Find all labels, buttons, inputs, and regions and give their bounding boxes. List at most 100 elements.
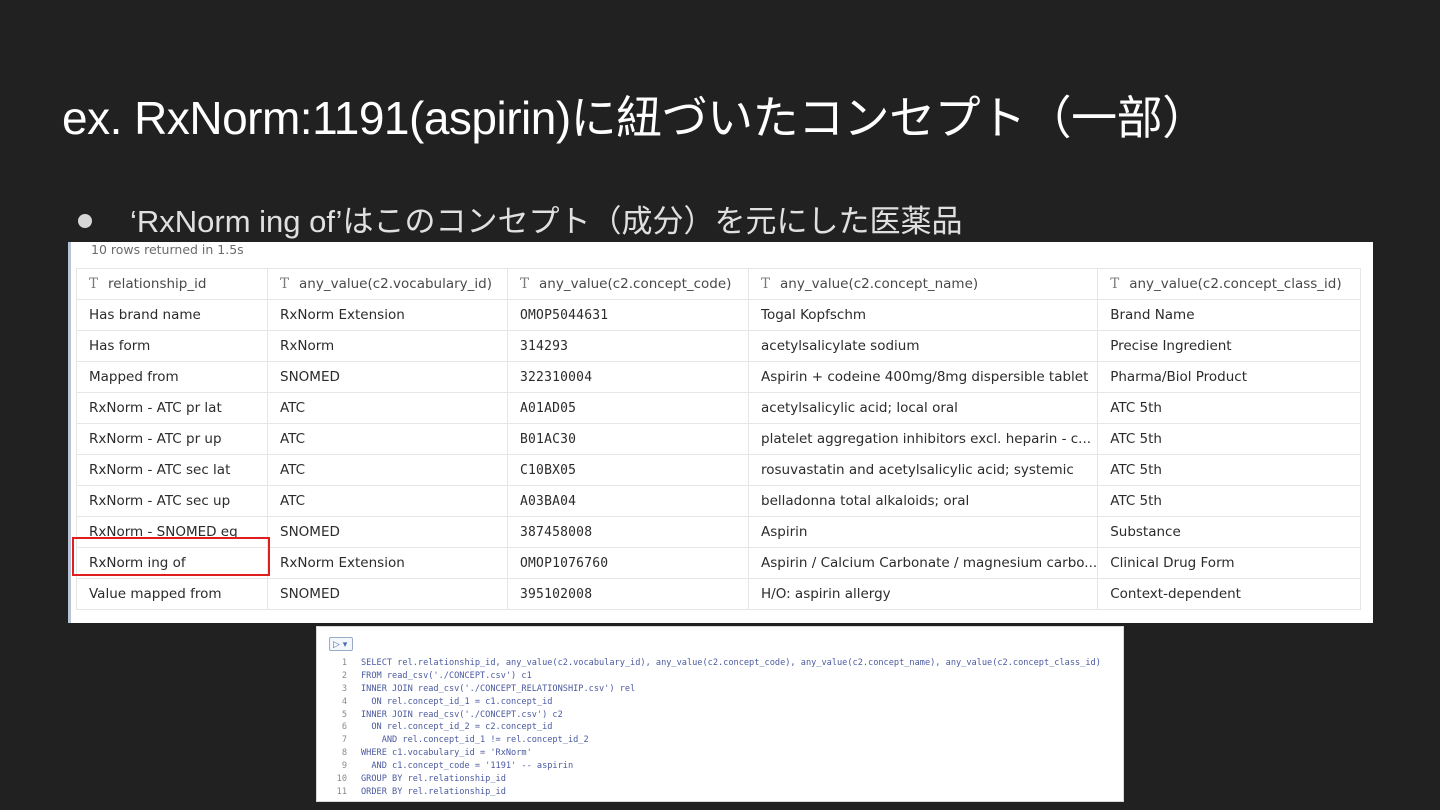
table-cell[interactable]: RxNorm (267, 330, 508, 362)
table-cell[interactable]: Brand Name (1097, 299, 1362, 331)
code-text: INNER JOIN read_csv('./CONCEPT_RELATIONS… (361, 683, 636, 694)
table-row[interactable]: RxNorm - SNOMED eq SNOMED 387458008 Aspirin… (76, 516, 1362, 548)
table-row[interactable]: RxNorm ing of RxNorm Extension OMOP1076760… (76, 547, 1362, 579)
table-cell[interactable]: A01AD05 (507, 392, 749, 424)
line-number: 4 (341, 696, 347, 707)
column-header[interactable]: Tany_value(c2.concept_class_id) (1097, 268, 1362, 300)
table-cell[interactable]: 322310004 (507, 361, 749, 393)
table-cell[interactable]: ATC 5th (1097, 454, 1362, 486)
run-query-button[interactable]: ▷ ▾ (329, 637, 353, 651)
code-line: 9 AND c1.concept_code = '1191' -- aspiri… (333, 760, 1101, 773)
table-row[interactable]: Value mapped from SNOMED 395102008 H/O: asp… (76, 578, 1362, 610)
table-cell[interactable]: Aspirin + codeine 400mg/8mg dispersible … (747, 361, 1099, 393)
column-header[interactable]: Tany_value(c2.concept_name) (747, 268, 1099, 300)
table-row[interactable]: Has form RxNorm 314293 acetylsalicylate sod… (76, 330, 1362, 362)
text-type-icon: T (280, 276, 290, 292)
table-cell[interactable]: OMOP1076760 (507, 547, 749, 579)
table-cell[interactable]: RxNorm - SNOMED eq (76, 516, 268, 548)
table-cell[interactable]: 314293 (507, 330, 749, 362)
table-cell[interactable]: Mapped from (76, 361, 268, 393)
table-cell[interactable]: rosuvastatin and acetylsalicylic acid; s… (747, 454, 1099, 486)
text-type-icon: T (89, 276, 99, 292)
line-number: 10 (336, 774, 347, 785)
bullet-point: ‘RxNorm ing of’はこのコンセプト（成分）を元にした医薬品 (78, 196, 962, 241)
code-text: FROM read_csv('./CONCEPT.csv') c1 (361, 670, 532, 681)
table-cell[interactable]: Aspirin / Calcium Carbonate / magnesium … (747, 547, 1099, 579)
table-cell[interactable]: RxNorm - ATC sec lat (76, 454, 268, 486)
table-cell[interactable]: RxNorm Extension (267, 547, 508, 579)
line-number: 2 (341, 670, 347, 681)
text-type-icon: T (520, 276, 530, 292)
code-text: AND c1.concept_code = '1191' -- aspirin (361, 761, 574, 772)
table-cell[interactable]: ATC (267, 423, 508, 455)
code-text: ON rel.concept_id_2 = c2.concept_id (361, 722, 553, 733)
column-header[interactable]: Tany_value(c2.concept_code) (507, 268, 749, 300)
results-status: 10 rows returned in 1.5s (91, 242, 244, 257)
code-area[interactable]: 1 SELECT rel.relationship_id, any_value(c… (333, 657, 1101, 799)
table-cell[interactable]: ATC (267, 392, 508, 424)
code-text: GROUP BY rel.relationship_id (361, 774, 506, 785)
table-cell[interactable]: Clinical Drug Form (1097, 547, 1362, 579)
table-cell[interactable]: 395102008 (507, 578, 749, 610)
code-line: 1 SELECT rel.relationship_id, any_value(c… (333, 657, 1101, 670)
table-cell[interactable]: Context-dependent (1097, 578, 1362, 610)
table-row[interactable]: Has brand name RxNorm Extension OMOP504463… (76, 299, 1362, 331)
table-cell[interactable]: RxNorm Extension (267, 299, 508, 331)
code-line: 8 WHERE c1.vocabulary_id = 'RxNorm' (333, 747, 1101, 760)
table-cell[interactable]: RxNorm - ATC pr lat (76, 392, 268, 424)
table-cell[interactable]: acetylsalicylate sodium (747, 330, 1099, 362)
table-cell[interactable]: 387458008 (507, 516, 749, 548)
line-number: 6 (341, 722, 347, 733)
code-text: ORDER BY rel.relationship_id (361, 786, 506, 797)
column-header[interactable]: Tany_value(c2.vocabulary_id) (267, 268, 508, 300)
table-cell[interactable]: Has brand name (76, 299, 268, 331)
table-cell[interactable]: ATC (267, 454, 508, 486)
table-cell[interactable]: B01AC30 (507, 423, 749, 455)
code-line: 3 INNER JOIN read_csv('./CONCEPT_RELATION… (333, 683, 1101, 696)
table-cell[interactable]: Togal Kopfschm (747, 299, 1099, 331)
table-cell[interactable]: SNOMED (267, 361, 508, 393)
text-type-icon: T (1110, 276, 1120, 292)
table-cell[interactable]: ATC 5th (1097, 392, 1362, 424)
table-cell[interactable]: RxNorm - ATC sec up (76, 485, 268, 517)
table-row[interactable]: RxNorm - ATC sec up ATC A03BA04 belladonna … (76, 485, 1362, 517)
table-cell[interactable]: RxNorm ing of (76, 547, 268, 579)
table-row[interactable]: Mapped from SNOMED 322310004 Aspirin + code… (76, 361, 1362, 393)
table-cell[interactable]: SNOMED (267, 578, 508, 610)
table-cell[interactable]: Pharma/Biol Product (1097, 361, 1362, 393)
table-cell[interactable]: platelet aggregation inhibitors excl. he… (747, 423, 1099, 455)
line-number: 5 (341, 709, 347, 720)
line-number: 9 (341, 761, 347, 772)
results-table: Trelationship_id Tany_value(c2.vocabular… (76, 268, 1362, 610)
code-line: 2 FROM read_csv('./CONCEPT.csv') c1 (333, 670, 1101, 683)
code-line: 7 AND rel.concept_id_1 != rel.concept_id… (333, 734, 1101, 747)
bullet-dot-icon (78, 213, 92, 228)
table-cell[interactable]: Precise Ingredient (1097, 330, 1362, 362)
table-cell[interactable]: SNOMED (267, 516, 508, 548)
table-cell[interactable]: ATC 5th (1097, 485, 1362, 517)
table-row[interactable]: RxNorm - ATC pr lat ATC A01AD05 acetylsalic… (76, 392, 1362, 424)
results-header-row: Trelationship_id Tany_value(c2.vocabular… (76, 268, 1362, 300)
table-cell[interactable]: OMOP5044631 (507, 299, 749, 331)
table-cell[interactable]: A03BA04 (507, 485, 749, 517)
table-cell[interactable]: ATC 5th (1097, 423, 1362, 455)
column-header[interactable]: Trelationship_id (76, 268, 268, 300)
table-cell[interactable]: C10BX05 (507, 454, 749, 486)
table-cell[interactable]: ATC (267, 485, 508, 517)
table-cell[interactable]: belladonna total alkaloids; oral (747, 485, 1099, 517)
code-line: 5 INNER JOIN read_csv('./CONCEPT.csv') c2 (333, 709, 1101, 722)
line-number: 7 (341, 735, 347, 746)
table-cell[interactable]: acetylsalicylic acid; local oral (747, 392, 1099, 424)
table-cell[interactable]: Substance (1097, 516, 1362, 548)
code-text: INNER JOIN read_csv('./CONCEPT.csv') c2 (361, 709, 563, 720)
table-row[interactable]: RxNorm - ATC sec lat ATC C10BX05 rosuvastat… (76, 454, 1362, 486)
table-cell[interactable]: RxNorm - ATC pr up (76, 423, 268, 455)
table-row[interactable]: RxNorm - ATC pr up ATC B01AC30 platelet agg… (76, 423, 1362, 455)
table-cell[interactable]: Has form (76, 330, 268, 362)
code-text: SELECT rel.relationship_id, any_value(c2… (361, 658, 1101, 668)
sql-editor[interactable]: ▷ ▾ 1 SELECT rel.relationship_id, any_val… (316, 626, 1124, 802)
table-cell[interactable]: H/O: aspirin allergy (747, 578, 1099, 610)
table-cell[interactable]: Value mapped from (76, 578, 268, 610)
code-text: WHERE c1.vocabulary_id = 'RxNorm' (361, 748, 532, 759)
table-cell[interactable]: Aspirin (747, 516, 1099, 548)
